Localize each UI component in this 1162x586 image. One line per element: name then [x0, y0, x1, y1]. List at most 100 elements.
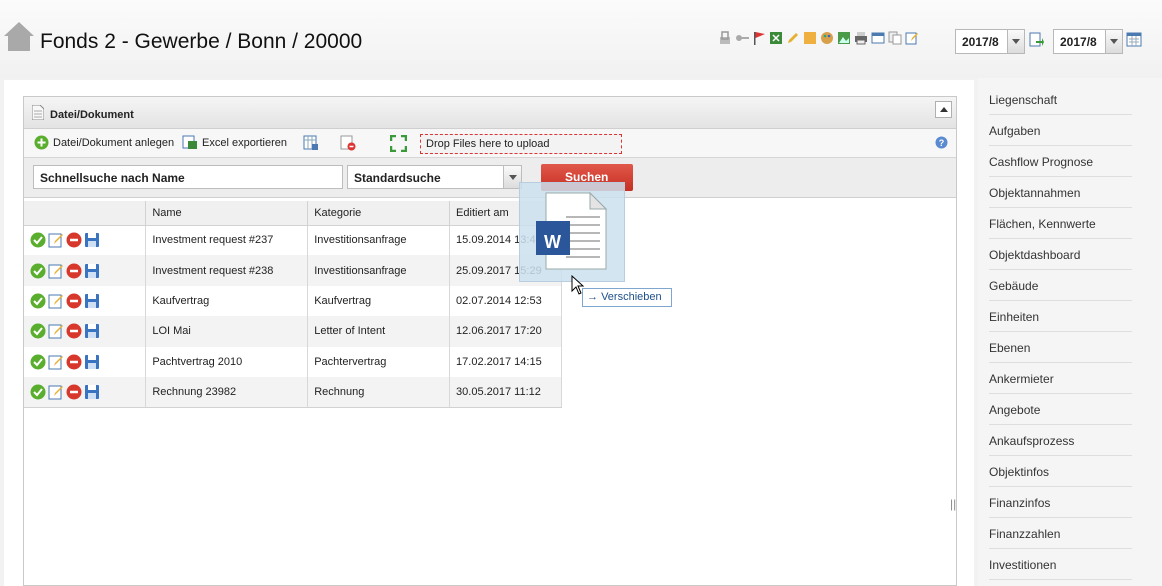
check-icon[interactable] — [30, 354, 46, 370]
check-icon[interactable] — [30, 384, 46, 400]
edit-icon[interactable] — [48, 293, 64, 309]
edit-icon[interactable] — [48, 263, 64, 279]
cell-name[interactable]: Investment request #238 — [145, 255, 309, 286]
save-icon[interactable] — [84, 293, 100, 309]
delete-icon[interactable] — [66, 263, 82, 279]
sidebar-item-gebäude[interactable]: Gebäude — [989, 270, 1132, 301]
sidebar-item-aufgaben[interactable]: Aufgaben — [989, 115, 1132, 146]
delete-icon[interactable] — [66, 354, 82, 370]
export-period-icon[interactable] — [1028, 32, 1044, 48]
table-row[interactable]: LOI Mai Letter of Intent 12.06.2017 17:20 — [24, 316, 562, 347]
table-row[interactable]: Rechnung 23982 Rechnung 30.05.2017 11:12 — [24, 376, 562, 408]
drag-tooltip: → Verschieben — [582, 288, 672, 307]
table-row[interactable]: Pachtvertrag 2010 Pachtervertrag 17.02.201… — [24, 346, 562, 377]
resize-handle[interactable]: || — [950, 497, 956, 511]
add-document-button[interactable]: Datei/Dokument anlegen — [34, 135, 174, 150]
save-icon[interactable] — [84, 384, 100, 400]
panel-header: Datei/Dokument — [24, 97, 956, 129]
sidebar-item-flächen-kennwerte[interactable]: Flächen, Kennwerte — [989, 208, 1132, 239]
svg-text:?: ? — [939, 138, 945, 148]
cell-name[interactable]: Investment request #237 — [145, 225, 309, 256]
main-content: Datei/Dokument Datei/Dokument anlegen Ex… — [4, 80, 974, 586]
delete-icon[interactable] — [66, 232, 82, 248]
sidebar-item-objektannahmen[interactable]: Objektannahmen — [989, 177, 1132, 208]
pencil-icon[interactable] — [786, 31, 800, 45]
sidebar-item-investitionen[interactable]: Investitionen — [989, 549, 1132, 580]
sidebar-item-objektdashboard[interactable]: Objektdashboard — [989, 239, 1132, 270]
check-icon[interactable] — [30, 232, 46, 248]
help-icon[interactable]: ? — [935, 136, 948, 149]
window-icon[interactable] — [871, 31, 885, 45]
delete-icon[interactable] — [66, 293, 82, 309]
file-drop-zone[interactable]: Drop Files here to upload — [420, 134, 622, 154]
sidebar-item-ankaufsprozess[interactable]: Ankaufsprozess — [989, 425, 1132, 456]
word-badge: W — [544, 232, 561, 252]
column-header-category[interactable]: Kategorie — [307, 201, 451, 226]
flag-icon[interactable] — [752, 31, 766, 45]
word-document-icon — [536, 191, 608, 270]
top-header: Fonds 2 - Gewerbe / Bonn / 20000 2017/8 … — [0, 0, 1162, 78]
sidebar: Liegenschaft Aufgaben Cashflow Prognose Obj… — [978, 78, 1162, 586]
image-icon[interactable] — [837, 31, 851, 45]
copy-icon[interactable] — [888, 31, 902, 45]
sidebar-item-einheiten[interactable]: Einheiten — [989, 301, 1132, 332]
delete-icon[interactable] — [66, 323, 82, 339]
search-bar: Schnellsuche nach Name Standardsuche Suc… — [24, 158, 956, 198]
check-icon[interactable] — [30, 263, 46, 279]
sidebar-item-ankermieter[interactable]: Ankermieter — [989, 363, 1132, 394]
period-to-select[interactable]: 2017/8 — [1053, 29, 1123, 54]
excel-icon[interactable] — [769, 31, 783, 45]
columns-settings-icon[interactable] — [303, 135, 319, 151]
sidebar-item-angebote[interactable]: Angebote — [989, 394, 1132, 425]
column-header-name[interactable]: Name — [145, 201, 309, 226]
cell-category: Kaufvertrag — [307, 285, 451, 317]
table-row[interactable]: Investment request #237 Investitionsanfra… — [24, 225, 562, 256]
edit-icon[interactable] — [48, 384, 64, 400]
export-excel-button[interactable]: Excel exportieren — [182, 135, 287, 150]
edit-icon[interactable] — [48, 354, 64, 370]
sidebar-item-cashflow-prognose[interactable]: Cashflow Prognose — [989, 146, 1132, 177]
sidebar-item-ebenen[interactable]: Ebenen — [989, 332, 1132, 363]
edit-doc-icon[interactable] — [905, 31, 919, 45]
check-icon[interactable] — [30, 323, 46, 339]
sidebar-item-finanzinfos[interactable]: Finanzinfos — [989, 487, 1132, 518]
palette-icon[interactable] — [820, 31, 834, 45]
cell-name[interactable]: LOI Mai — [145, 316, 309, 347]
home-icon[interactable] — [3, 20, 35, 52]
cell-name[interactable]: Rechnung 23982 — [145, 376, 309, 408]
collapse-button[interactable] — [935, 101, 952, 118]
lock-icon[interactable] — [718, 31, 732, 45]
expand-icon[interactable] — [390, 135, 407, 152]
note-icon[interactable] — [803, 31, 817, 45]
save-icon[interactable] — [84, 323, 100, 339]
cell-category: Investitionsanfrage — [307, 225, 451, 256]
chevron-down-icon[interactable] — [1007, 30, 1024, 53]
cell-name[interactable]: Pachtvertrag 2010 — [145, 346, 309, 377]
sidebar-item-objektinfos[interactable]: Objektinfos — [989, 456, 1132, 487]
sidebar-item-liegenschaft[interactable]: Liegenschaft — [989, 84, 1132, 115]
drag-preview: W — [519, 182, 625, 282]
calendar-icon[interactable] — [1126, 31, 1142, 47]
delete-icon[interactable] — [66, 384, 82, 400]
period-from-select[interactable]: 2017/8 — [955, 29, 1025, 54]
row-actions — [24, 316, 147, 347]
table-row[interactable]: Kaufvertrag Kaufvertrag 02.07.2014 12:53 — [24, 285, 562, 317]
save-icon[interactable] — [84, 263, 100, 279]
sidebar-item-finanzzahlen[interactable]: Finanzzahlen — [989, 518, 1132, 549]
save-icon[interactable] — [84, 354, 100, 370]
table-row[interactable]: Investment request #238 Investitionsanfra… — [24, 255, 562, 286]
save-icon[interactable] — [84, 232, 100, 248]
cell-name[interactable]: Kaufvertrag — [145, 285, 309, 317]
remove-filter-icon[interactable] — [340, 135, 356, 151]
search-type-select[interactable]: Standardsuche — [347, 165, 522, 189]
print-icon[interactable] — [854, 31, 868, 45]
row-actions — [24, 225, 147, 256]
check-icon[interactable] — [30, 293, 46, 309]
key-icon[interactable] — [735, 31, 749, 45]
quick-search-input[interactable]: Schnellsuche nach Name — [33, 165, 343, 189]
edit-icon[interactable] — [48, 232, 64, 248]
period-from-value: 2017/8 — [962, 35, 999, 49]
chevron-down-icon[interactable] — [1105, 30, 1122, 53]
edit-icon[interactable] — [48, 323, 64, 339]
cell-category: Pachtervertrag — [307, 346, 451, 377]
